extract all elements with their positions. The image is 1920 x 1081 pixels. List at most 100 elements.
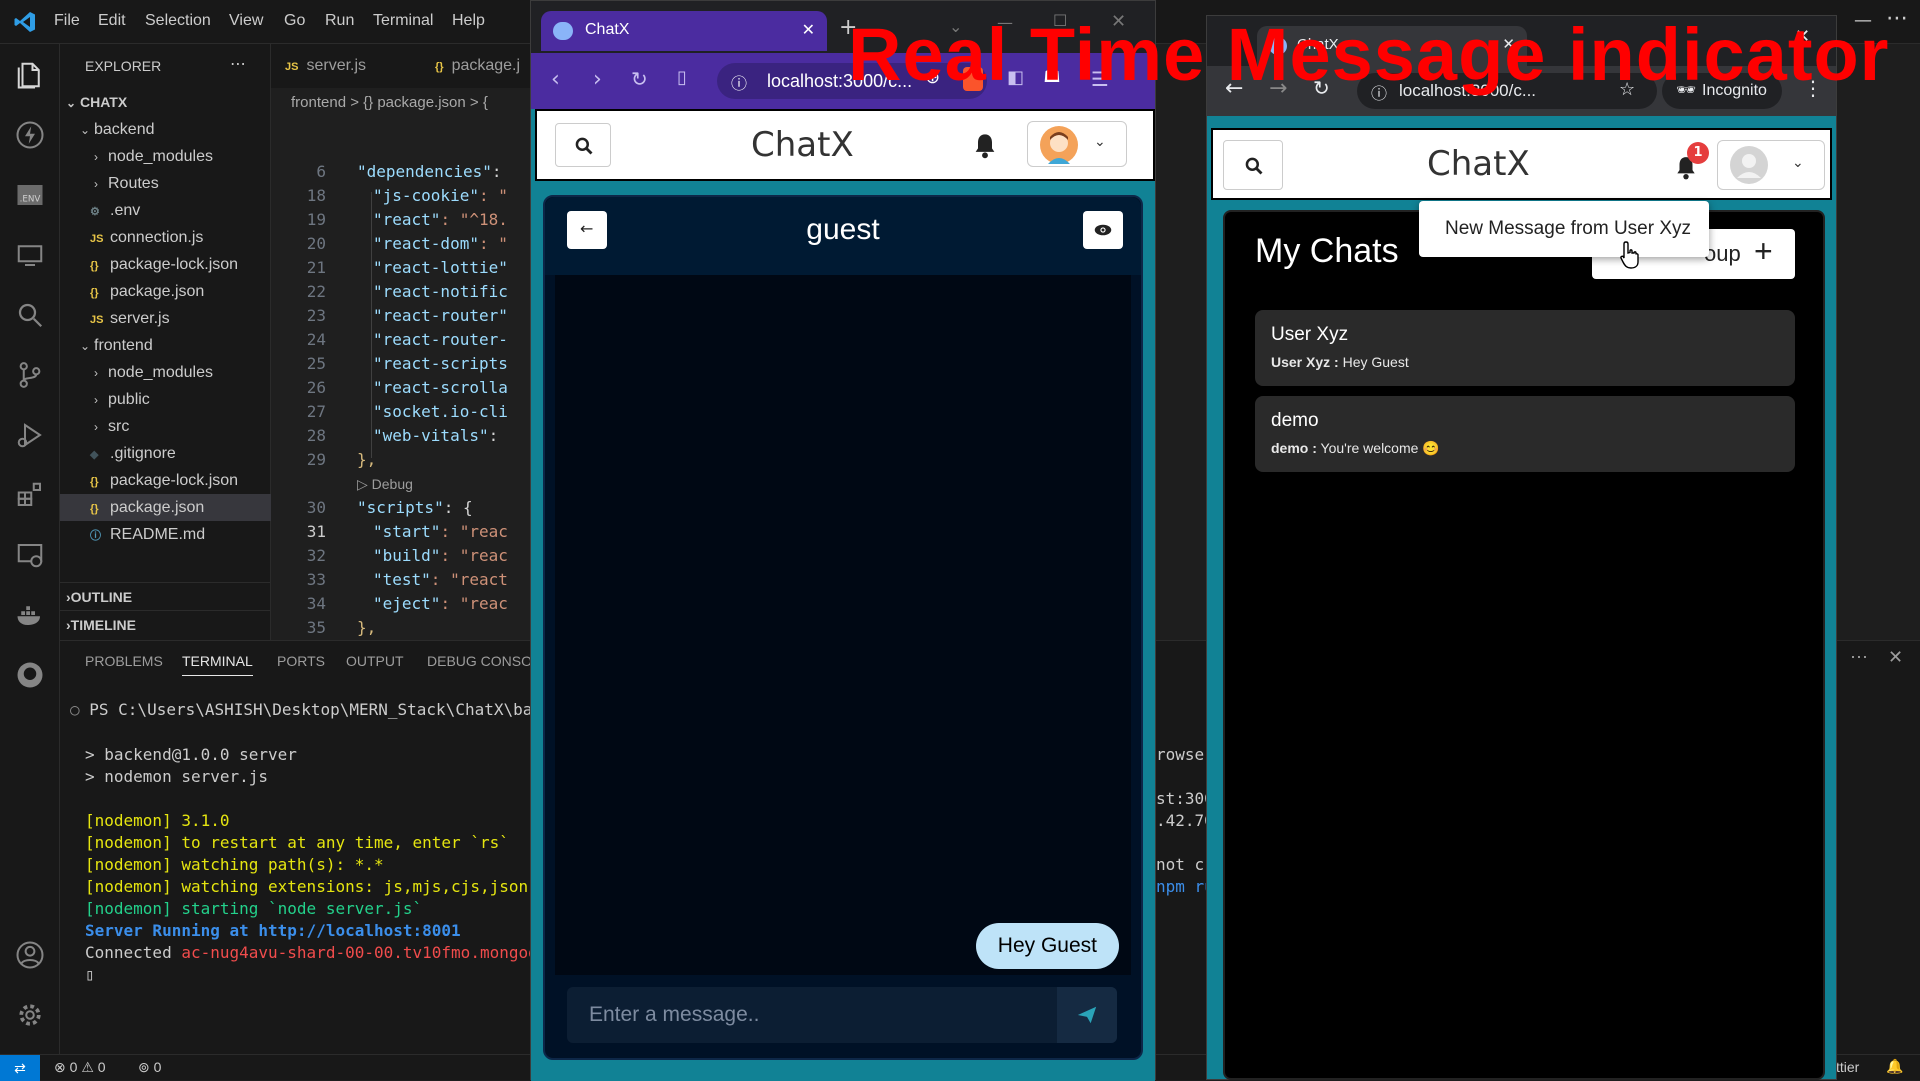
menu-edit[interactable]: Edit bbox=[98, 12, 126, 30]
tree-label: README.md bbox=[110, 526, 206, 543]
tree-root-chatx[interactable]: ⌄ CHATX bbox=[60, 89, 271, 116]
menu-view[interactable]: View bbox=[229, 12, 263, 30]
tab-problems[interactable]: PROBLEMS bbox=[85, 653, 163, 669]
tab-server-js[interactable]: JS server.js bbox=[271, 44, 366, 88]
lightning-icon[interactable] bbox=[15, 120, 45, 150]
bookmark-icon[interactable]: ▯ bbox=[677, 67, 687, 88]
bell-icon[interactable] bbox=[971, 131, 999, 161]
chevron-down-icon: ⌄ bbox=[1094, 134, 1106, 150]
tree-label: connection.js bbox=[110, 229, 204, 246]
search-button[interactable] bbox=[555, 123, 611, 167]
tree-file-server-js[interactable]: JS server.js bbox=[60, 305, 271, 332]
tree-file-package-lock[interactable]: {} package-lock.json bbox=[60, 467, 271, 494]
notification-bell-icon[interactable]: 🔔 bbox=[1886, 1058, 1903, 1075]
error-icon: ⊗ bbox=[54, 1059, 66, 1075]
tree-file-gitignore[interactable]: ◆ .gitignore bbox=[60, 440, 271, 467]
tab-debug-console[interactable]: DEBUG CONSOL bbox=[427, 653, 540, 669]
menu-selection[interactable]: Selection bbox=[145, 12, 211, 30]
extensions-icon[interactable] bbox=[15, 480, 45, 510]
view-profile-button[interactable] bbox=[1083, 211, 1123, 249]
chat-list-item[interactable]: demo demo : You're welcome 😊 bbox=[1255, 396, 1795, 472]
timeline-section[interactable]: ›TIMELINE bbox=[60, 610, 271, 638]
chevron-down-icon: ⌄ bbox=[80, 339, 91, 353]
code-line: 25 "react-scripts bbox=[271, 352, 508, 376]
menu-file[interactable]: File bbox=[54, 12, 80, 30]
account-icon[interactable] bbox=[15, 940, 45, 970]
tab-output[interactable]: OUTPUT bbox=[346, 653, 404, 669]
remote-explorer-icon[interactable] bbox=[15, 240, 45, 270]
menu-help[interactable]: Help bbox=[452, 12, 485, 30]
search-icon[interactable] bbox=[15, 300, 45, 330]
more-actions-icon[interactable]: ⋯ bbox=[230, 54, 246, 73]
source-control-icon[interactable] bbox=[15, 360, 45, 390]
menu-run[interactable]: Run bbox=[325, 12, 354, 30]
files-icon[interactable] bbox=[15, 60, 45, 90]
tree-folder-node-modules[interactable]: › node_modules bbox=[60, 359, 271, 386]
tree-folder-node-modules[interactable]: › node_modules bbox=[60, 143, 271, 170]
run-debug-icon[interactable] bbox=[15, 420, 45, 450]
chat-list-item[interactable]: User Xyz User Xyz : Hey Guest bbox=[1255, 310, 1795, 386]
forward-icon[interactable]: › bbox=[593, 67, 602, 92]
back-icon[interactable]: ‹ bbox=[551, 67, 560, 92]
more-icon[interactable]: ⋯ bbox=[1850, 647, 1868, 668]
last-sender: User Xyz : bbox=[1271, 354, 1339, 370]
terminal-cursor[interactable]: ▯ bbox=[85, 964, 95, 986]
message-list[interactable] bbox=[555, 275, 1131, 975]
ports-status[interactable]: ⊚ 0 bbox=[138, 1059, 161, 1076]
tree-file-package-json[interactable]: {} package.json bbox=[60, 278, 271, 305]
tree-folder-src[interactable]: › src bbox=[60, 413, 271, 440]
docker-icon[interactable] bbox=[15, 600, 45, 630]
github-icon[interactable] bbox=[15, 660, 45, 690]
json-file-icon: {} bbox=[90, 260, 99, 272]
tree-file-connection-js[interactable]: JS connection.js bbox=[60, 224, 271, 251]
json-key: "eject" bbox=[373, 594, 441, 613]
code-line: 26 "react-scrolla bbox=[271, 376, 508, 400]
tree-folder-backend[interactable]: ⌄ backend bbox=[60, 116, 271, 143]
json-file-icon: {} bbox=[90, 503, 99, 515]
tree-file-package-lock[interactable]: {} package-lock.json bbox=[60, 251, 271, 278]
code-text: "react-router" bbox=[373, 304, 508, 328]
send-button[interactable] bbox=[1057, 987, 1117, 1043]
settings-gear-icon[interactable] bbox=[15, 1000, 45, 1030]
reload-icon[interactable]: ↻ bbox=[631, 67, 648, 91]
menu-go[interactable]: Go bbox=[284, 12, 305, 30]
json-key: "start" bbox=[373, 522, 441, 541]
env-icon[interactable]: .ENV bbox=[15, 180, 45, 210]
json-value: : " bbox=[478, 234, 508, 253]
close-icon[interactable]: ✕ bbox=[1888, 647, 1903, 668]
tree-folder-frontend[interactable]: ⌄ frontend bbox=[60, 332, 271, 359]
tree-file-readme[interactable]: ⓘ README.md bbox=[60, 521, 271, 548]
search-button[interactable] bbox=[1223, 140, 1283, 190]
site-info-icon[interactable]: ⓘ bbox=[731, 70, 747, 94]
tree-folder-routes[interactable]: › Routes bbox=[60, 170, 271, 197]
search-icon bbox=[1245, 157, 1263, 175]
message-input[interactable] bbox=[567, 987, 1057, 1043]
antenna-icon: ⊚ bbox=[138, 1059, 150, 1075]
problems-status[interactable]: ⊗ 0 ⚠ 0 bbox=[54, 1059, 106, 1076]
close-tab-icon[interactable]: ✕ bbox=[802, 20, 815, 39]
tab-terminal[interactable]: TERMINAL bbox=[182, 653, 253, 676]
prettier-status[interactable]: ttier bbox=[1836, 1059, 1859, 1075]
code-line: 24 "react-router- bbox=[271, 328, 508, 352]
menu-terminal[interactable]: Terminal bbox=[373, 12, 433, 30]
browser-tab-chatx[interactable]: ChatX ✕ bbox=[541, 11, 827, 51]
tree-file-package-json-selected[interactable]: {} package.json bbox=[60, 494, 271, 521]
notification-dropdown-item[interactable]: New Message from User Xyz bbox=[1419, 201, 1709, 257]
tree-label: public bbox=[108, 391, 150, 408]
profile-menu-button[interactable]: ⌄ bbox=[1027, 121, 1127, 167]
terminal-line: Connected ac-nug4avu-shard-00-00.tv10fmo… bbox=[85, 942, 567, 964]
tree-file-env[interactable]: ⚙ .env bbox=[60, 197, 271, 224]
terminal-prompt: ○ PS C:\Users\ASHISH\Desktop\MERN_Stack\… bbox=[70, 699, 571, 721]
profile-menu-button[interactable]: ⌄ bbox=[1717, 140, 1825, 190]
tab-ports[interactable]: PORTS bbox=[277, 653, 325, 669]
debug-codelens[interactable]: ▷ Debug bbox=[357, 476, 413, 492]
remote-icon[interactable]: ⇄ bbox=[0, 1055, 40, 1081]
remote-monitor-icon[interactable] bbox=[15, 540, 45, 570]
tree-folder-public[interactable]: › public bbox=[60, 386, 271, 413]
breadcrumb[interactable]: frontend > {} package.json > { bbox=[291, 94, 488, 111]
code-text: }, bbox=[357, 616, 376, 640]
ports-count: 0 bbox=[153, 1059, 162, 1075]
outline-section[interactable]: ›OUTLINE bbox=[60, 582, 271, 610]
tab-package-json[interactable]: {} package.j bbox=[421, 44, 520, 88]
json-key: "socket.io-cli bbox=[373, 402, 508, 421]
